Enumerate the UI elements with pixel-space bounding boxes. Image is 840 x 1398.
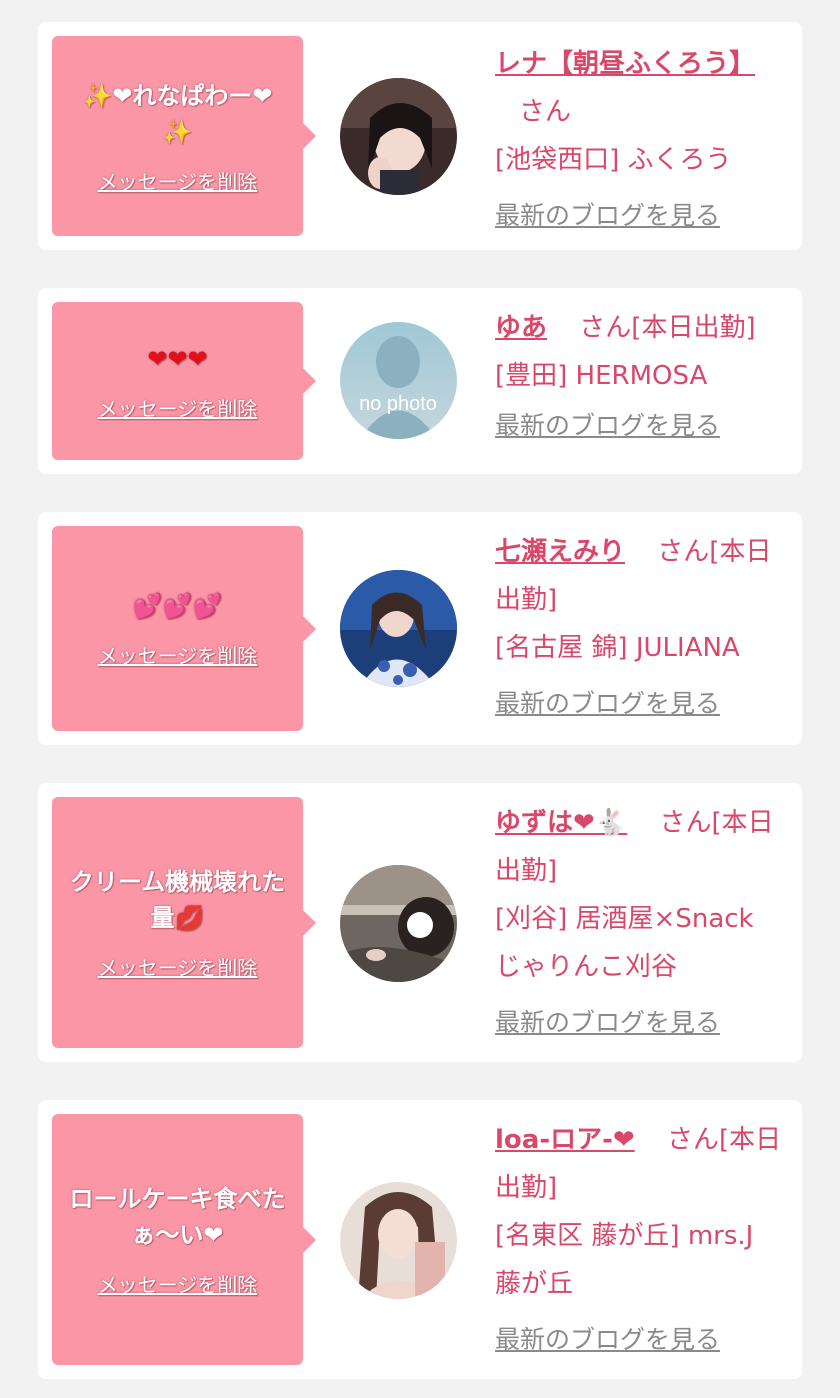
delete-message-link[interactable]: メッセージを削除: [98, 640, 258, 669]
message-text: ロールケーキ食べたぁ〜い❤: [69, 1185, 286, 1249]
message-text: ✨❤れなぱわー❤✨: [82, 81, 273, 146]
message-card: ❤❤❤ メッセージを削除 no photo ゆあ さん[本日出勤] [豊田] H…: [38, 288, 802, 474]
no-photo-label: no photo: [359, 393, 437, 415]
message-bubble: クリーム機械壊れた量💋 メッセージを削除: [52, 797, 316, 1048]
girl-name-link[interactable]: loa-ロア-❤: [495, 1125, 635, 1155]
delete-message-link[interactable]: メッセージを削除: [98, 952, 258, 981]
honorific: さん: [659, 808, 712, 838]
message-text: クリーム機械壊れた量💋: [69, 868, 286, 932]
latest-blog-link[interactable]: 最新のブログを見る: [495, 1003, 720, 1039]
message-card: ロールケーキ食べたぁ〜い❤ メッセージを削除 loa-ロア-❤ さん[本日出勤]…: [38, 1100, 802, 1379]
message-bubble: ✨❤れなぱわー❤✨ メッセージを削除: [52, 36, 316, 236]
avatar[interactable]: [340, 865, 457, 982]
avatar[interactable]: no photo: [340, 322, 457, 439]
girl-info: ゆずは❤🐇 さん[本日出勤] [刈谷] 居酒屋×Snack じゃりんこ刈谷 最新…: [495, 799, 790, 1039]
message-text: ❤❤❤: [147, 344, 208, 373]
girl-name-link[interactable]: レナ【朝昼ふくろう】: [495, 49, 755, 79]
message-bubble: ロールケーキ食べたぁ〜い❤ メッセージを削除: [52, 1114, 316, 1365]
shop-name-continued: じゃりんこ刈谷: [495, 952, 678, 982]
honorific: さん: [657, 537, 710, 567]
latest-blog-link[interactable]: 最新のブログを見る: [495, 196, 720, 232]
honorific: さん: [579, 313, 632, 343]
message-card: 💕💕💕 メッセージを削除 七瀬えみり さん[本日出勤] [名古屋 錦] JULI…: [38, 512, 802, 745]
honorific: さん: [666, 1125, 719, 1155]
message-bubble: 💕💕💕 メッセージを削除: [52, 526, 316, 731]
latest-blog-link[interactable]: 最新のブログを見る: [495, 684, 720, 720]
girl-name-link[interactable]: 七瀬えみり: [495, 537, 625, 567]
avatar[interactable]: [340, 78, 457, 195]
delete-message-link[interactable]: メッセージを削除: [98, 1269, 258, 1298]
shop-name: [豊田] HERMOSA: [495, 361, 708, 391]
girl-info: レナ【朝昼ふくろう】 さん [池袋西口] ふくろう 最新のブログを見る: [495, 40, 790, 232]
avatar[interactable]: [340, 1182, 457, 1299]
honorific: さん: [519, 97, 572, 127]
latest-blog-link[interactable]: 最新のブログを見る: [495, 406, 720, 442]
shop-name: [名東区 藤が丘] mrs.J: [495, 1221, 754, 1251]
shop-name-continued: 藤が丘: [495, 1269, 574, 1299]
message-bubble: ❤❤❤ メッセージを削除: [52, 302, 316, 460]
message-card: ✨❤れなぱわー❤✨ メッセージを削除 レナ【朝昼ふくろう】 さん [池袋西口] …: [38, 22, 802, 250]
message-card: クリーム機械壊れた量💋 メッセージを削除 ゆずは❤🐇 さん[本日出勤] [刈谷]…: [38, 783, 802, 1062]
delete-message-link[interactable]: メッセージを削除: [98, 166, 258, 195]
girl-info: 七瀬えみり さん[本日出勤] [名古屋 錦] JULIANA 最新のブログを見る: [495, 528, 790, 720]
girl-name-link[interactable]: ゆあ: [495, 313, 547, 343]
girl-name-link[interactable]: ゆずは❤🐇: [495, 808, 627, 838]
avatar[interactable]: [340, 570, 457, 687]
shop-name: [刈谷] 居酒屋×Snack: [495, 904, 754, 934]
shop-name: [池袋西口] ふくろう: [495, 145, 732, 175]
girl-info: ゆあ さん[本日出勤] [豊田] HERMOSA 最新のブログを見る: [495, 304, 790, 442]
message-text: 💕💕💕: [132, 592, 223, 620]
shop-name: [名古屋 錦] JULIANA: [495, 633, 740, 663]
latest-blog-link[interactable]: 最新のブログを見る: [495, 1320, 720, 1356]
girl-info: loa-ロア-❤ さん[本日出勤] [名東区 藤が丘] mrs.J 藤が丘 最新…: [495, 1116, 790, 1356]
delete-message-link[interactable]: メッセージを削除: [98, 393, 258, 422]
attendance-status: [本日出勤]: [631, 313, 756, 343]
